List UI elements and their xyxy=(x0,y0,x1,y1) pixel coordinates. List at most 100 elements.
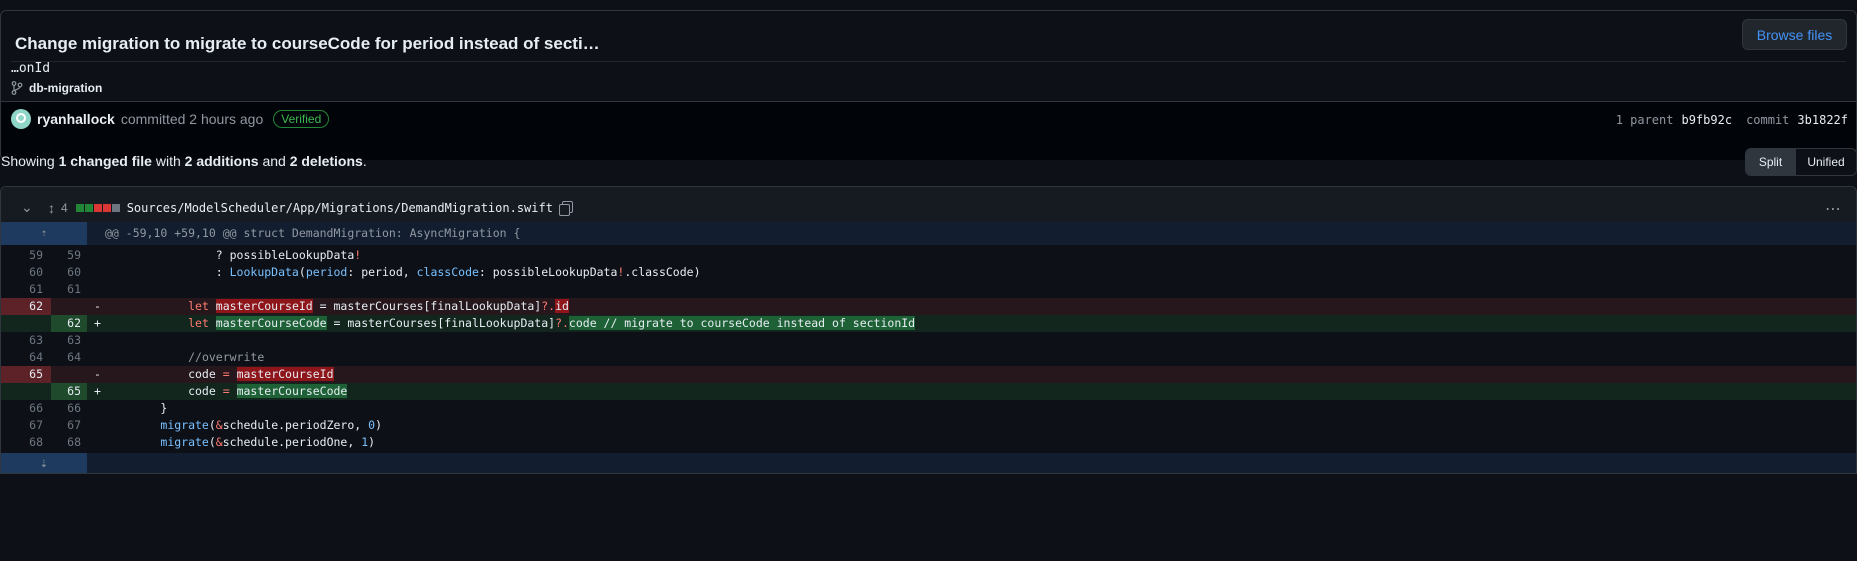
verified-badge[interactable]: Verified xyxy=(273,110,330,128)
diff-line: 60 60 : LookupData(period: period, classC… xyxy=(1,264,1856,281)
diff-line: 67 67 migrate(&schedule.periodZero, 0) xyxy=(1,417,1856,434)
new-line-number[interactable]: 61 xyxy=(51,281,87,298)
diffstat-square xyxy=(102,203,111,212)
code-line: } xyxy=(105,400,167,417)
code-token: ? xyxy=(105,248,230,262)
new-line-number[interactable]: 67 xyxy=(51,417,87,434)
code-token: code xyxy=(105,384,223,398)
hunk-header-text: @@ -59,10 +59,10 @@ struct DemandMigrati… xyxy=(105,226,521,240)
expand-all-icon[interactable]: ↕ xyxy=(48,200,55,216)
code-token: ) xyxy=(375,418,383,432)
code-token: id xyxy=(555,299,569,313)
code-token: = xyxy=(222,367,230,381)
code-line: code = masterCourseCode xyxy=(105,383,348,400)
author-link[interactable]: ryanhallock xyxy=(37,111,115,127)
code-token: .classCode) xyxy=(624,265,701,279)
parent-sha-link[interactable]: b9fb92c xyxy=(1681,113,1732,127)
code-token: LookupData xyxy=(229,265,299,279)
old-line-number[interactable]: 64 xyxy=(1,349,51,366)
code-token: ! xyxy=(354,248,362,262)
diff-sign: - xyxy=(94,367,101,381)
new-line-number[interactable]: 66 xyxy=(51,400,87,417)
code-token: ( xyxy=(208,435,216,449)
expand-up-icon[interactable]: ⇡ xyxy=(1,222,87,245)
diff-sign: - xyxy=(94,299,101,313)
old-line-number[interactable]: 60 xyxy=(1,264,51,281)
more-options-icon[interactable]: ⋯ xyxy=(1825,199,1842,219)
code-token: : period, xyxy=(347,265,417,279)
code-token: & xyxy=(215,435,223,449)
expand-down-icon[interactable]: ⇣ xyxy=(1,453,87,473)
code-token: migrate xyxy=(160,418,209,432)
old-line-number[interactable]: 66 xyxy=(1,400,51,417)
diff-line: 65 - code = masterCourseId xyxy=(1,366,1856,383)
chevron-down-icon[interactable]: ⌄ xyxy=(21,199,35,216)
diff-line: 68 68 migrate(&schedule.periodOne, 1) xyxy=(1,434,1856,451)
change-count: 4 xyxy=(61,200,68,215)
old-line-number[interactable]: 65 xyxy=(1,366,51,383)
summary-deletions: 2 deletions xyxy=(289,153,363,169)
code-token: period xyxy=(305,265,348,279)
code-token: masterCourseId xyxy=(215,299,313,313)
new-line-number[interactable]: 60 xyxy=(51,264,87,281)
branch-label[interactable]: db-migration xyxy=(11,81,102,95)
new-line-number[interactable]: 62 xyxy=(51,315,87,332)
code-token: code xyxy=(105,367,223,381)
old-line-number[interactable]: 62 xyxy=(1,298,51,315)
code-token: masterCourseCode xyxy=(236,384,348,398)
new-line-number[interactable]: 63 xyxy=(51,332,87,349)
old-line-number[interactable]: 63 xyxy=(1,332,51,349)
code-line: : LookupData(period: period, classCode: … xyxy=(105,264,701,281)
copy-icon[interactable] xyxy=(558,201,573,216)
old-line-number[interactable]: 61 xyxy=(1,281,51,298)
code-token: } xyxy=(105,401,168,415)
code-line: let masterCourseCode = masterCourses[fin… xyxy=(105,315,916,332)
diff-line: 65 + code = masterCourseCode xyxy=(1,383,1856,400)
new-line-number[interactable]: 68 xyxy=(51,434,87,451)
code-token: : xyxy=(105,265,230,279)
code-token: ( xyxy=(208,418,216,432)
author-row: ryanhallock committed 2 hours ago Verifi… xyxy=(11,109,330,129)
new-line-number[interactable]: 65 xyxy=(51,383,87,400)
new-line-number[interactable]: 64 xyxy=(51,349,87,366)
code-token: & xyxy=(215,418,223,432)
summary-additions: 2 additions xyxy=(184,153,259,169)
old-line-number[interactable]: 67 xyxy=(1,417,51,434)
code-line: ? possibleLookupData! xyxy=(105,247,361,264)
new-line-number[interactable]: 59 xyxy=(51,247,87,264)
code-token: //overwrite xyxy=(188,350,265,364)
diff-line: 64 64 //overwrite xyxy=(1,349,1856,366)
browse-files-button[interactable]: Browse files xyxy=(1742,19,1847,50)
diff-line: 66 66 } xyxy=(1,400,1856,417)
code-token: let xyxy=(188,299,216,313)
diff-body: ⇡ @@ -59,10 +59,10 @@ struct DemandMigrat… xyxy=(1,222,1856,473)
diff-sign: + xyxy=(94,384,101,398)
code-token: migrate xyxy=(160,435,209,449)
old-line-number[interactable]: 59 xyxy=(1,247,51,264)
code-token: schedule.periodZero, xyxy=(222,418,369,432)
code-token: ?. xyxy=(541,299,556,313)
split-view-button[interactable]: Split xyxy=(1746,149,1795,175)
commit-description: …onId xyxy=(11,61,51,76)
avatar[interactable] xyxy=(11,109,31,129)
code-token: schedule.periodOne, xyxy=(222,435,362,449)
file-path[interactable]: Sources/ModelScheduler/App/Migrations/De… xyxy=(127,201,553,215)
diff-line: 61 61 xyxy=(1,281,1856,298)
code-line: migrate(&schedule.periodZero, 0) xyxy=(105,417,382,434)
divider xyxy=(11,61,1846,62)
unified-view-button[interactable]: Unified xyxy=(1795,149,1856,175)
commit-title: Change migration to migrate to courseCod… xyxy=(15,34,600,53)
code-line: migrate(&schedule.periodOne, 1) xyxy=(105,434,375,451)
diff-line: 63 63 xyxy=(1,332,1856,349)
code-token: code // migrate to courseCode instead of… xyxy=(568,316,916,330)
summary-end: . xyxy=(362,153,367,169)
diffstat-square xyxy=(111,203,120,212)
summary-with: with xyxy=(155,153,181,169)
old-line-number[interactable]: 68 xyxy=(1,434,51,451)
diff-line: 62 - let masterCourseId = masterCourses[f… xyxy=(1,298,1856,315)
